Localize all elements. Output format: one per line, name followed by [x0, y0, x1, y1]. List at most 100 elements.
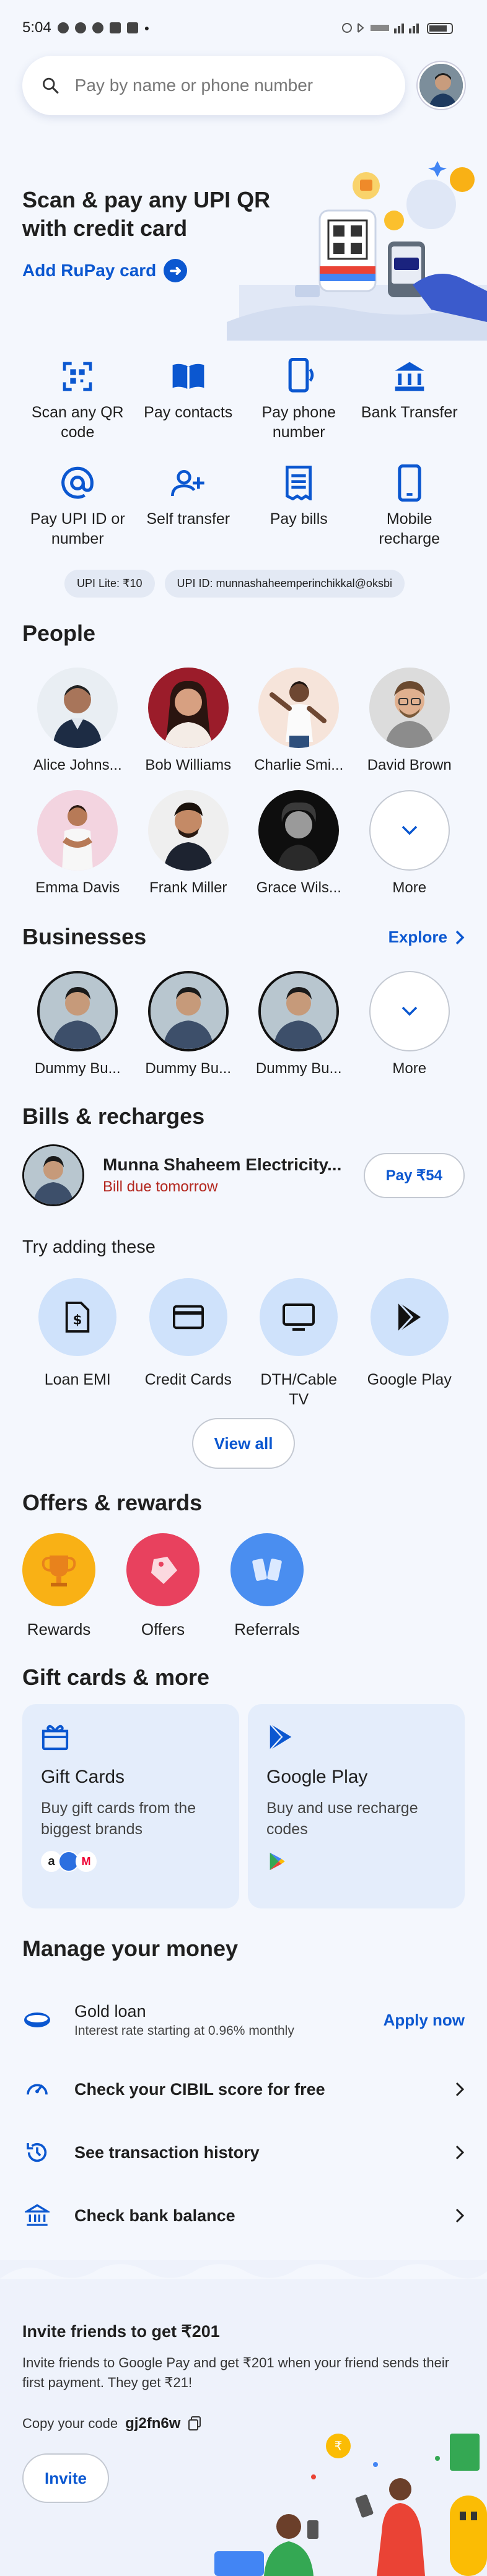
quick-action-pay-upi-id[interactable]: Pay UPI ID or number	[22, 464, 133, 549]
more-button[interactable]	[369, 790, 450, 871]
quick-action-label: Pay UPI ID or number	[30, 510, 125, 547]
person-name: Emma Davis	[35, 879, 120, 896]
quick-action-mobile-recharge[interactable]: Mobile recharge	[354, 464, 465, 549]
offer-label: Referrals	[234, 1620, 300, 1638]
more-label: More	[392, 1060, 427, 1077]
person-name: Frank Miller	[149, 879, 227, 896]
gift-card-desc: Buy gift cards from the biggest brands	[41, 1799, 196, 1838]
offer-referrals[interactable]: Referrals	[230, 1533, 304, 1639]
people-more[interactable]: More	[354, 790, 465, 897]
gift-card-item[interactable]: Gift Cards Buy gift cards from the bigge…	[22, 1704, 239, 1908]
try-adding-grid: $ Loan EMI Credit Cards DTH/Cable TV Goo…	[22, 1278, 465, 1409]
gift-cards-title: Gift cards & more	[22, 1664, 210, 1690]
referral-phones-icon	[230, 1533, 304, 1606]
contacts-book-icon	[170, 358, 207, 395]
try-item-credit-cards[interactable]: Credit Cards	[133, 1278, 244, 1409]
quick-action-scan-qr[interactable]: Scan any QR code	[22, 358, 133, 442]
businesses-title: Businesses	[22, 924, 147, 949]
svg-text:$: $	[73, 1312, 82, 1328]
offers-title: Offers & rewards	[22, 1490, 203, 1515]
avatar	[147, 668, 229, 748]
person-item[interactable]: Grace Wils...	[244, 790, 354, 897]
person-item[interactable]: Bob Williams	[133, 668, 244, 774]
explore-link[interactable]: Explore	[388, 928, 465, 947]
offer-rewards[interactable]: Rewards	[22, 1533, 95, 1639]
search-bar[interactable]	[22, 56, 405, 115]
bill-item[interactable]: Munna Shaheem Electricity... Bill due to…	[22, 1144, 465, 1206]
quick-action-pay-phone[interactable]: Pay phone number	[244, 358, 354, 442]
more-button[interactable]	[369, 971, 450, 1051]
status-time: 5:04	[22, 19, 51, 36]
view-all-button[interactable]: View all	[192, 1418, 295, 1469]
bank-balance-row[interactable]: Check bank balance	[22, 2191, 465, 2240]
person-item[interactable]: Frank Miller	[133, 790, 244, 897]
quick-action-bank-transfer[interactable]: Bank Transfer	[354, 358, 465, 442]
google-play-card[interactable]: Google Play Buy and use recharge codes	[248, 1704, 465, 1908]
gold-loan-title: Gold loan	[74, 2001, 146, 2021]
try-item-label: Loan EMI	[44, 1371, 111, 1388]
profile-avatar[interactable]	[418, 62, 465, 109]
status-icons	[341, 21, 465, 35]
quick-action-pay-contacts[interactable]: Pay contacts	[133, 358, 244, 442]
history-icon	[22, 2138, 52, 2167]
upi-id-pill[interactable]: UPI ID: munnashaheemperinchikkal@oksbi	[164, 570, 405, 598]
person-item[interactable]: Charlie Smi...	[244, 668, 354, 774]
trophy-icon	[22, 1533, 95, 1606]
explore-label: Explore	[388, 928, 447, 946]
person-name: Alice Johns...	[33, 757, 122, 773]
quick-action-label: Mobile recharge	[379, 510, 441, 547]
try-item-google-play[interactable]: Google Play	[354, 1278, 465, 1409]
business-name: Dummy Bu...	[145, 1060, 232, 1077]
row-label: See transaction history	[74, 2143, 260, 2162]
chevron-right-icon	[455, 2082, 465, 2097]
gold-loan-row[interactable]: Gold loan Interest rate starting at 0.96…	[22, 1995, 465, 2045]
chevron-down-icon	[401, 825, 417, 835]
offer-offers[interactable]: Offers	[126, 1533, 200, 1639]
businesses-more[interactable]: More	[354, 971, 465, 1077]
transaction-history-row[interactable]: See transaction history	[22, 2128, 465, 2177]
gold-loan-sub: Interest rate starting at 0.96% monthly	[74, 2023, 294, 2038]
upi-lite-pill[interactable]: UPI Lite: ₹10	[64, 570, 155, 598]
person-item[interactable]: David Brown	[354, 668, 465, 774]
offer-label: Offers	[141, 1620, 185, 1638]
hero-link-label: Add RuPay card	[22, 261, 157, 280]
speedometer-icon	[22, 2074, 52, 2104]
cibil-score-row[interactable]: Check your CIBIL score for free	[22, 2065, 465, 2114]
business-item[interactable]: Dummy Bu...	[22, 971, 133, 1077]
notification-icon	[57, 22, 69, 33]
apply-now-link[interactable]: Apply now	[384, 2011, 465, 2030]
avatar	[37, 668, 118, 748]
person-name: David Brown	[367, 757, 452, 773]
pay-bill-button[interactable]: Pay ₹54	[363, 1152, 465, 1198]
invite-code-row[interactable]: Copy your code gj2fn6w	[22, 2415, 201, 2432]
gift-card-title: Gift Cards	[41, 1767, 125, 1787]
youtube-icon	[126, 22, 138, 33]
business-item[interactable]: Dummy Bu...	[133, 971, 244, 1077]
quick-action-self-transfer[interactable]: Self transfer	[133, 464, 244, 549]
search-input[interactable]	[74, 76, 387, 95]
avatar	[147, 790, 229, 871]
quick-actions-row-2: Pay UPI ID or number Self transfer Pay b…	[22, 464, 465, 549]
avatar	[37, 790, 118, 871]
chevron-down-icon	[401, 1006, 417, 1016]
gold-loan-icon	[22, 2005, 52, 2035]
brand-logos: a M	[41, 1851, 221, 1872]
phone-icon	[280, 358, 317, 395]
copy-icon[interactable]	[188, 2416, 201, 2431]
quick-action-pay-bills[interactable]: Pay bills	[244, 464, 354, 549]
person-item[interactable]: Alice Johns...	[22, 668, 133, 774]
gift-card-desc: Buy and use recharge codes	[266, 1799, 418, 1838]
try-adding-title: Try adding these	[22, 1237, 156, 1257]
person-item[interactable]: Emma Davis	[22, 790, 133, 897]
try-item-dth[interactable]: DTH/Cable TV	[244, 1278, 354, 1409]
invite-button[interactable]: Invite	[22, 2453, 109, 2503]
business-item[interactable]: Dummy Bu...	[244, 971, 354, 1077]
try-item-loan-emi[interactable]: $ Loan EMI	[22, 1278, 133, 1409]
loan-emi-icon: $	[38, 1278, 117, 1356]
avatar	[258, 790, 340, 871]
bill-due: Bill due tomorrow	[103, 1178, 218, 1195]
quick-action-label: Self transfer	[146, 510, 230, 528]
business-name: Dummy Bu...	[255, 1060, 342, 1077]
people-grid: Alice Johns... Bob Williams Charlie Smi.…	[22, 668, 465, 897]
qr-scan-icon	[59, 358, 96, 395]
